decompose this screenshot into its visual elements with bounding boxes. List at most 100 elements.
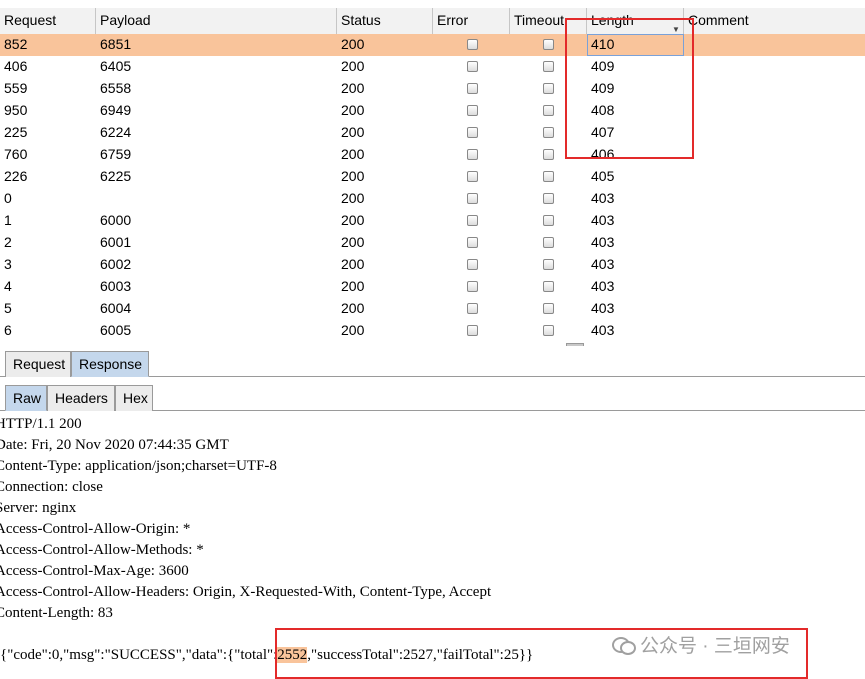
col-status[interactable]: Status — [337, 8, 433, 34]
cell-payload: 6005 — [100, 322, 132, 338]
col-payload[interactable]: Payload — [96, 8, 337, 34]
cell-status: 200 — [341, 300, 365, 316]
timeout-checkbox[interactable] — [543, 325, 554, 336]
cell-length: 403 — [591, 300, 615, 316]
timeout-checkbox[interactable] — [543, 127, 554, 138]
table-row[interactable]: 6 6005 200 403 — [0, 320, 865, 342]
message-tabbar: Request Response — [0, 346, 865, 377]
cell-status: 200 — [341, 234, 365, 250]
cell-request: 760 — [4, 146, 28, 162]
col-request[interactable]: Request — [0, 8, 96, 34]
view-tabbar: Raw Headers Hex — [0, 382, 865, 411]
table-row[interactable]: 3 6002 200 403 — [0, 254, 865, 276]
cell-length: 405 — [591, 168, 615, 184]
results-table: Request Payload Status Error Timeout Len… — [0, 0, 865, 346]
error-checkbox[interactable] — [467, 303, 478, 314]
tab-hex[interactable]: Hex — [115, 385, 153, 411]
cell-length: 403 — [591, 278, 615, 294]
error-checkbox[interactable] — [467, 259, 478, 270]
table-row[interactable]: 406 6405 200 409 — [0, 56, 865, 78]
error-checkbox[interactable] — [467, 193, 478, 204]
cell-request: 559 — [4, 80, 28, 96]
cell-length: 409 — [591, 58, 615, 74]
cell-request: 950 — [4, 102, 28, 118]
error-checkbox[interactable] — [467, 215, 478, 226]
cell-status: 200 — [341, 80, 365, 96]
cell-request: 5 — [4, 300, 12, 316]
timeout-checkbox[interactable] — [543, 281, 554, 292]
response-line: Server: nginx — [0, 500, 77, 516]
col-timeout[interactable]: Timeout — [510, 8, 587, 34]
error-checkbox[interactable] — [467, 171, 478, 182]
response-line: Access-Control-Allow-Methods: * — [0, 542, 204, 558]
error-checkbox[interactable] — [467, 83, 478, 94]
response-line: Access-Control-Max-Age: 3600 — [0, 563, 189, 579]
timeout-checkbox[interactable] — [543, 215, 554, 226]
cell-payload: 6004 — [100, 300, 132, 316]
error-checkbox[interactable] — [467, 325, 478, 336]
cell-payload — [96, 188, 337, 210]
table-row[interactable]: 226 6225 200 405 — [0, 166, 865, 188]
tab-headers[interactable]: Headers — [47, 385, 115, 411]
error-checkbox[interactable] — [467, 149, 478, 160]
timeout-checkbox[interactable] — [543, 171, 554, 182]
table-row[interactable]: 0 200 403 — [0, 188, 865, 210]
table-row[interactable]: 5 6004 200 403 — [0, 298, 865, 320]
table-row[interactable]: 760 6759 200 406 — [0, 144, 865, 166]
cell-payload: 6001 — [100, 234, 132, 250]
error-checkbox[interactable] — [467, 61, 478, 72]
cell-payload: 6224 — [100, 124, 132, 140]
timeout-checkbox[interactable] — [543, 105, 554, 116]
cell-status: 200 — [341, 168, 365, 184]
table-row[interactable]: 950 6949 200 408 — [0, 100, 865, 122]
cell-request: 852 — [4, 36, 28, 52]
timeout-checkbox[interactable] — [543, 259, 554, 270]
watermark: 公众号 · 三垣网安 — [612, 630, 842, 658]
col-comment[interactable]: Comment — [684, 8, 865, 34]
table-row[interactable]: 852 6851 200 410 — [0, 34, 865, 56]
table-header: Request Payload Status Error Timeout Len… — [0, 8, 865, 35]
error-checkbox[interactable] — [467, 39, 478, 50]
tab-response[interactable]: Response — [71, 351, 149, 377]
body-suffix: ,"successTotal":2527,"failTotal":25}} — [307, 647, 534, 663]
tab-raw[interactable]: Raw — [5, 385, 47, 411]
timeout-checkbox[interactable] — [543, 39, 554, 50]
error-checkbox[interactable] — [467, 237, 478, 248]
tab-request[interactable]: Request — [5, 351, 71, 377]
cell-request: 406 — [4, 58, 28, 74]
response-line: Access-Control-Allow-Headers: Origin, X-… — [0, 584, 492, 600]
table-row[interactable]: 559 6558 200 409 — [0, 78, 865, 100]
timeout-checkbox[interactable] — [543, 193, 554, 204]
cell-length: 408 — [591, 102, 615, 118]
cell-request: 225 — [4, 124, 28, 140]
cell-length: 403 — [591, 212, 615, 228]
timeout-checkbox[interactable] — [543, 149, 554, 160]
cell-payload: 6000 — [100, 212, 132, 228]
cell-status: 200 — [341, 278, 365, 294]
cell-payload: 6949 — [100, 102, 132, 118]
cell-payload: 6405 — [100, 58, 132, 74]
col-error[interactable]: Error — [433, 8, 510, 34]
table-row[interactable]: 1 6000 200 403 — [0, 210, 865, 232]
watermark-text: 公众号 · 三垣网安 — [640, 635, 790, 657]
timeout-checkbox[interactable] — [543, 83, 554, 94]
cell-request: 0 — [4, 190, 12, 206]
response-line: Connection: close — [0, 479, 103, 495]
timeout-checkbox[interactable] — [543, 61, 554, 72]
cell-request: 2 — [4, 234, 12, 250]
cell-status: 200 — [341, 256, 365, 272]
response-line: Date: Fri, 20 Nov 2020 07:44:35 GMT — [0, 437, 229, 453]
cell-length: 409 — [591, 80, 615, 96]
error-checkbox[interactable] — [467, 281, 478, 292]
table-row[interactable]: 4 6003 200 403 — [0, 276, 865, 298]
error-checkbox[interactable] — [467, 127, 478, 138]
cell-status: 200 — [341, 322, 365, 338]
cell-length: 407 — [591, 124, 615, 140]
col-length[interactable]: Length — [587, 8, 684, 34]
table-row[interactable]: 225 6224 200 407 — [0, 122, 865, 144]
cell-payload: 6759 — [100, 146, 132, 162]
error-checkbox[interactable] — [467, 105, 478, 116]
table-row[interactable]: 2 6001 200 403 — [0, 232, 865, 254]
timeout-checkbox[interactable] — [543, 303, 554, 314]
timeout-checkbox[interactable] — [543, 237, 554, 248]
